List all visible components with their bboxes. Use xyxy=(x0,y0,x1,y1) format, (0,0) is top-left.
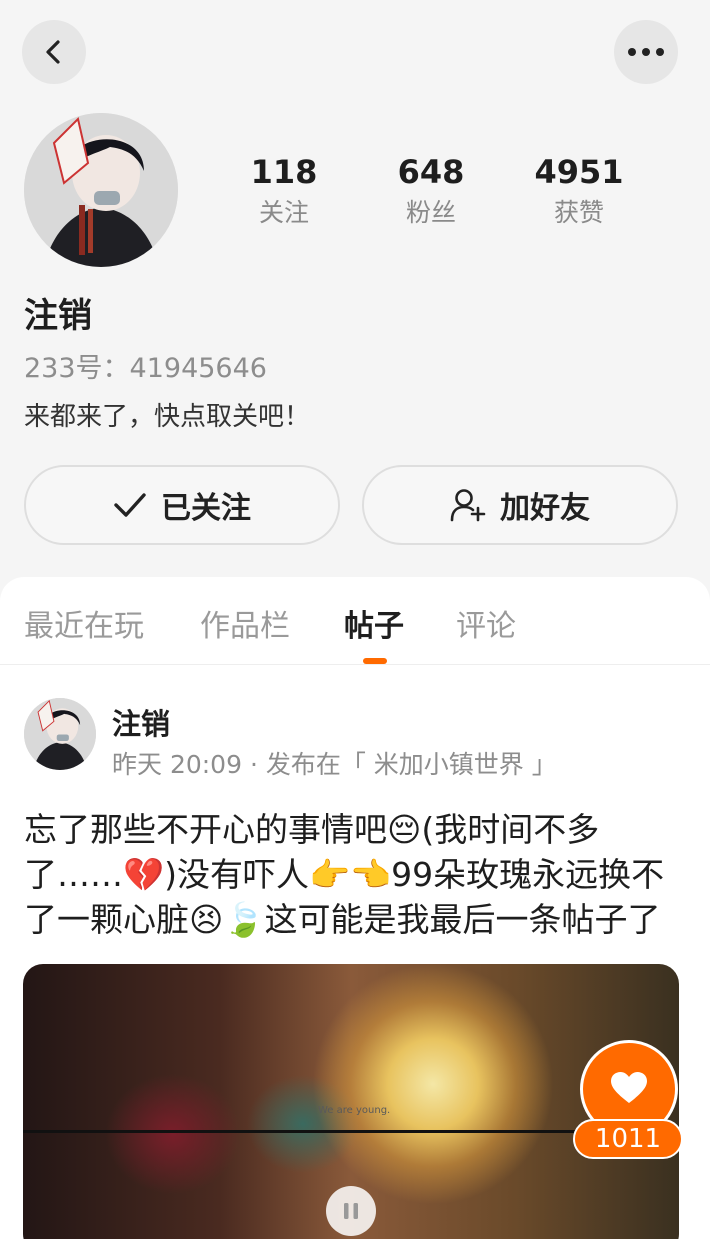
likes-label: 获赞 xyxy=(553,198,604,227)
tab-posts[interactable]: 帖子 xyxy=(344,601,404,645)
post-meta: 昨天 20:09 · 发布在「 米加小镇世界 」 xyxy=(112,750,557,779)
add-friend-button[interactable]: 加好友 xyxy=(362,465,678,545)
profile-avatar[interactable] xyxy=(24,113,178,267)
more-dots-icon xyxy=(628,48,664,56)
tab-recent-played[interactable]: 最近在玩 xyxy=(24,601,144,645)
tab-comments[interactable]: 评论 xyxy=(456,601,516,645)
more-button[interactable] xyxy=(614,20,678,84)
post-author-avatar[interactable] xyxy=(24,698,96,770)
following-count: 118 xyxy=(250,153,318,191)
user-plus-icon xyxy=(450,488,486,522)
profile-bio: 来都来了，快点取关吧！ xyxy=(24,402,311,432)
heart-icon xyxy=(611,1072,647,1103)
post-text[interactable]: 忘了那些不开心的事情吧😔(我时间不多了……💔)没有吓人👉👈99朵玫瑰永远换不了一… xyxy=(24,807,686,942)
profile-username: 注销 xyxy=(24,296,92,336)
tab-works[interactable]: 作品栏 xyxy=(200,601,290,645)
avatar-illustration xyxy=(24,113,178,267)
chevron-left-icon xyxy=(46,40,60,64)
video-caption: We are young. xyxy=(318,1105,391,1116)
stat-likes[interactable]: 4951 获赞 xyxy=(514,150,644,232)
profile-uid: 233号：41945646 xyxy=(24,353,267,384)
active-tab-indicator xyxy=(363,658,387,664)
check-icon xyxy=(113,491,147,519)
likes-count: 4951 xyxy=(534,153,624,191)
like-count: 1011 xyxy=(573,1119,683,1159)
top-bar xyxy=(0,0,710,100)
following-label: 关注 xyxy=(258,198,309,227)
pause-icon xyxy=(344,1203,358,1219)
post-author-name[interactable]: 注销 xyxy=(112,701,170,743)
post-video[interactable]: We are young. xyxy=(23,964,679,1239)
followed-label: 已关注 xyxy=(161,491,251,526)
stat-fans[interactable]: 648 粉丝 xyxy=(366,150,496,232)
back-button[interactable] xyxy=(22,20,86,84)
profile-tabs: 最近在玩 作品栏 帖子 评论 xyxy=(0,577,710,665)
fans-count: 648 xyxy=(397,153,465,191)
fans-label: 粉丝 xyxy=(405,198,456,227)
add-friend-label: 加好友 xyxy=(500,491,590,526)
stat-following[interactable]: 118 关注 xyxy=(219,150,349,232)
pause-button[interactable] xyxy=(326,1186,376,1236)
avatar-illustration xyxy=(24,698,96,770)
followed-button[interactable]: 已关注 xyxy=(24,465,340,545)
